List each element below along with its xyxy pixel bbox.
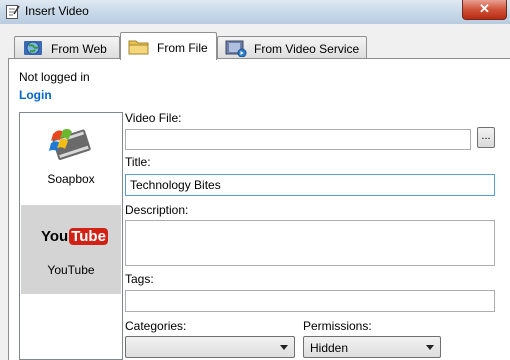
login-link[interactable]: Login (19, 88, 52, 102)
tab-from-web[interactable]: From Web (14, 36, 120, 59)
film-icon (225, 40, 247, 57)
youtube-logo-icon: You Tube (41, 227, 108, 247)
folder-icon (128, 40, 149, 55)
youtube-logo-you: You (41, 228, 69, 245)
tags-label: Tags: (125, 272, 154, 286)
from-file-panel: Not logged in Login Soapbox You Tube You… (8, 58, 510, 360)
description-input[interactable] (125, 220, 495, 266)
title-bar: Insert Video ✕ (0, 0, 510, 24)
close-button[interactable]: ✕ (462, 0, 507, 20)
tab-from-file[interactable]: From File (120, 32, 217, 60)
permissions-dropdown[interactable]: Hidden (303, 336, 441, 358)
service-label: YouTube (47, 263, 95, 277)
insert-video-dialog: From Web From File From Video Service No… (0, 24, 510, 360)
title-label: Title: (125, 155, 151, 169)
tab-from-video-service[interactable]: From Video Service (217, 36, 367, 59)
login-status: Not logged in (19, 70, 90, 84)
video-file-input[interactable] (125, 129, 471, 150)
description-label: Description: (125, 203, 189, 217)
close-icon: ✕ (479, 1, 490, 16)
service-label: Soapbox (47, 172, 95, 186)
chevron-down-icon (426, 345, 434, 350)
tags-input[interactable] (125, 290, 495, 312)
tab-label: From Video Service (254, 42, 360, 56)
video-service-list: Soapbox You Tube YouTube (19, 112, 123, 360)
service-item-soapbox[interactable]: Soapbox (21, 114, 121, 203)
categories-label: Categories: (125, 319, 187, 333)
window-title: Insert Video (25, 4, 89, 18)
browse-button[interactable]: ... (477, 127, 495, 148)
permissions-label: Permissions: (303, 319, 372, 333)
chevron-down-icon (280, 345, 288, 350)
soapbox-logo-icon (49, 128, 91, 160)
tab-label: From Web (51, 42, 107, 56)
insert-video-app-icon (6, 5, 20, 19)
globe-icon (24, 41, 42, 55)
youtube-logo-tube: Tube (69, 228, 108, 245)
tab-label: From File (157, 41, 208, 55)
video-file-label: Video File: (125, 111, 182, 125)
service-item-youtube[interactable]: You Tube YouTube (21, 205, 121, 294)
permissions-value: Hidden (310, 341, 349, 355)
tab-strip: From Web From File From Video Service (0, 32, 510, 60)
title-input[interactable] (125, 174, 495, 196)
categories-dropdown[interactable] (125, 336, 295, 358)
